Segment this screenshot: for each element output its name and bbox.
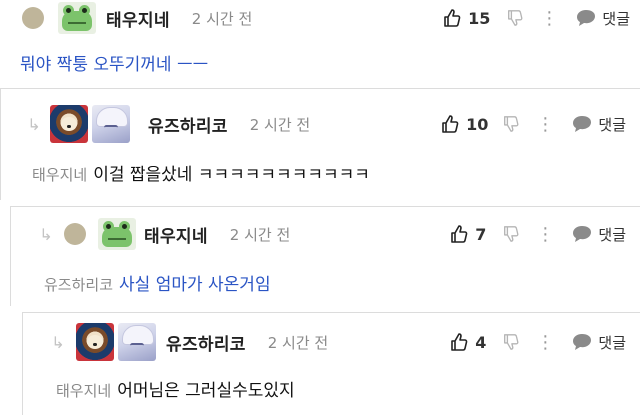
more-dots-icon[interactable]: ⋮ bbox=[536, 114, 554, 135]
reply-button[interactable]: 댓글 bbox=[576, 8, 630, 29]
thumbs-down-icon bbox=[502, 333, 520, 351]
dog-avatar[interactable] bbox=[50, 105, 88, 143]
thumbs-down-icon bbox=[502, 225, 520, 243]
like-button[interactable]: 15 bbox=[442, 8, 490, 28]
dislike-button[interactable] bbox=[502, 225, 520, 243]
anime-avatar[interactable] bbox=[92, 105, 130, 143]
like-button[interactable]: 4 bbox=[449, 332, 486, 352]
divider bbox=[0, 88, 640, 89]
thumbs-down-icon bbox=[502, 115, 520, 133]
comment-1: 태우지네 2 시간 전 15 ⋮ 댓글 뭐야 짝퉁 오뚜기꺼네 ㅡㅡ bbox=[0, 0, 640, 88]
reply-label: 댓글 bbox=[598, 333, 626, 352]
like-count: 10 bbox=[466, 114, 489, 134]
user-dot-avatar[interactable] bbox=[22, 7, 44, 29]
comment-author[interactable]: 유즈하리코 bbox=[166, 330, 246, 355]
thumbs-up-icon bbox=[440, 114, 460, 134]
comment-author[interactable]: 태우지네 bbox=[144, 222, 208, 247]
speech-bubble-icon bbox=[572, 333, 592, 351]
speech-bubble-icon bbox=[572, 225, 592, 243]
anime-avatar[interactable] bbox=[118, 323, 156, 361]
mention-name[interactable]: 태우지네 bbox=[32, 166, 87, 184]
like-button[interactable]: 7 bbox=[449, 224, 486, 244]
frog-avatar[interactable] bbox=[98, 218, 136, 250]
comment-body: 사실 엄마가 사온거임 bbox=[119, 275, 271, 295]
nest-line bbox=[10, 206, 11, 306]
more-dots-icon[interactable]: ⋮ bbox=[540, 8, 558, 29]
more-dots-icon[interactable]: ⋮ bbox=[536, 224, 554, 245]
more-dots-icon[interactable]: ⋮ bbox=[536, 332, 554, 353]
mention-name[interactable]: 태우지네 bbox=[56, 382, 111, 400]
dog-avatar[interactable] bbox=[76, 323, 114, 361]
comment-time: 2 시간 전 bbox=[267, 333, 329, 352]
user-dot-avatar[interactable] bbox=[64, 223, 86, 245]
reply-label: 댓글 bbox=[598, 115, 626, 134]
reply-button[interactable]: 댓글 bbox=[572, 332, 626, 353]
comment-4: ↳ 유즈하리코 2 시간 전 4 ⋮ 댓글 태우지네 어머님은 그러실수도있지 bbox=[0, 312, 640, 415]
reply-arrow-icon: ↳ bbox=[39, 224, 53, 244]
comment-body: 이걸 짭을샀네 ㅋㅋㅋㅋㅋㅋㅋㅋㅋㅋㅋ bbox=[93, 165, 370, 185]
comment-author[interactable]: 유즈하리코 bbox=[148, 112, 228, 137]
comment-body: 어머님은 그러실수도있지 bbox=[117, 381, 295, 401]
like-count: 7 bbox=[475, 224, 487, 244]
comment-body: 뭐야 짝퉁 오뚜기꺼네 ㅡㅡ bbox=[20, 55, 209, 75]
like-button[interactable]: 10 bbox=[440, 114, 488, 134]
comment-time: 2 시간 전 bbox=[191, 9, 253, 28]
mention-name[interactable]: 유즈하리코 bbox=[44, 276, 113, 294]
like-count: 15 bbox=[468, 8, 491, 28]
comment-author[interactable]: 태우지네 bbox=[106, 6, 170, 31]
thumbs-up-icon bbox=[449, 332, 469, 352]
comment-2: ↳ 유즈하리코 2 시간 전 10 ⋮ 댓글 태우지네 이걸 짭을샀네 ㅋㅋㅋㅋㅋ… bbox=[0, 88, 640, 200]
thumbs-down-icon bbox=[506, 9, 524, 27]
dislike-button[interactable] bbox=[502, 333, 520, 351]
thumbs-up-icon bbox=[449, 224, 469, 244]
nest-line bbox=[0, 88, 1, 200]
comment-3: ↳ 태우지네 2 시간 전 7 ⋮ 댓글 유즈하리코 사실 엄마가 사온거임 bbox=[0, 206, 640, 306]
reply-arrow-icon: ↳ bbox=[51, 332, 65, 352]
divider bbox=[22, 312, 640, 313]
comment-time: 2 시간 전 bbox=[249, 115, 311, 134]
like-count: 4 bbox=[475, 332, 487, 352]
speech-bubble-icon bbox=[576, 9, 596, 27]
reply-button[interactable]: 댓글 bbox=[572, 224, 626, 245]
divider bbox=[10, 206, 640, 207]
nest-line bbox=[22, 312, 23, 415]
reply-button[interactable]: 댓글 bbox=[572, 114, 626, 135]
thumbs-up-icon bbox=[442, 8, 462, 28]
dislike-button[interactable] bbox=[502, 115, 520, 133]
frog-avatar[interactable] bbox=[58, 2, 96, 34]
comment-time: 2 시간 전 bbox=[229, 225, 291, 244]
reply-label: 댓글 bbox=[598, 225, 626, 244]
dislike-button[interactable] bbox=[506, 9, 524, 27]
reply-arrow-icon: ↳ bbox=[27, 114, 41, 134]
speech-bubble-icon bbox=[572, 115, 592, 133]
reply-label: 댓글 bbox=[602, 9, 630, 28]
